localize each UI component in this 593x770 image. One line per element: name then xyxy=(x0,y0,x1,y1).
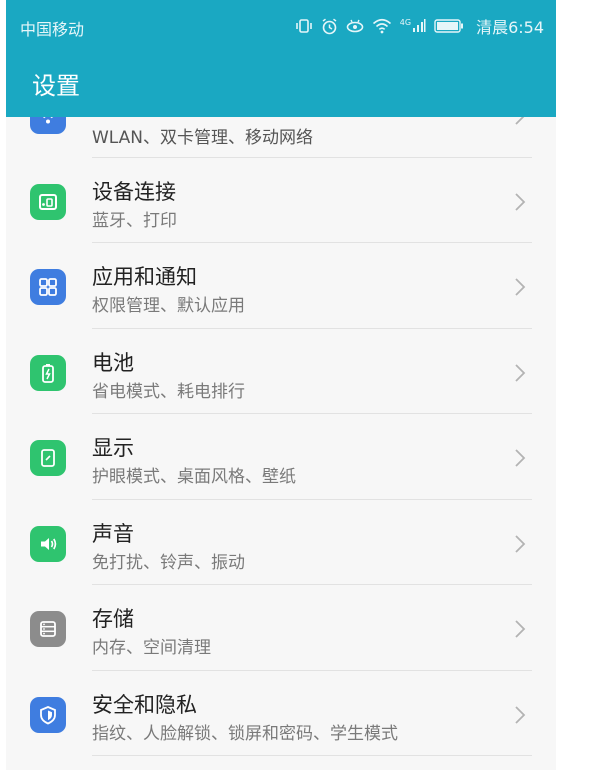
settings-item-subtitle: 护眼模式、桌面风格、壁纸 xyxy=(92,467,296,487)
settings-item-security-privacy[interactable]: 安全和隐私 指纹、人脸解锁、锁屏和密码、学生模式 xyxy=(6,671,556,756)
chevron-right-icon xyxy=(514,534,526,558)
shield-icon xyxy=(30,696,66,733)
chevron-right-icon xyxy=(514,192,526,216)
settings-item-storage[interactable]: 存储 内存、空间清理 xyxy=(6,585,556,671)
settings-item-subtitle: WLAN、双卡管理、移动网络 xyxy=(92,128,314,148)
battery-icon xyxy=(30,354,66,391)
settings-item-device-connection[interactable]: 设备连接 蓝牙、打印 xyxy=(6,158,556,243)
battery-status-icon xyxy=(434,19,464,33)
divider xyxy=(92,755,532,756)
app-header: 中国移动 4G 清晨6:54 设置 xyxy=(6,0,556,117)
settings-list: WLAN、双卡管理、移动网络 设备连接 蓝牙、打印 应用和通知 权限管理、默认应… xyxy=(6,72,556,756)
settings-item-title: 电池 xyxy=(92,350,134,375)
settings-item-subtitle: 内存、空间清理 xyxy=(92,638,211,658)
settings-item-display[interactable]: 显示 护眼模式、桌面风格、壁纸 xyxy=(6,414,556,500)
settings-item-title: 声音 xyxy=(92,521,134,546)
storage-icon xyxy=(30,611,66,647)
settings-item-sound[interactable]: 声音 免打扰、铃声、振动 xyxy=(6,500,556,585)
settings-item-subtitle: 免打扰、铃声、振动 xyxy=(92,552,245,573)
settings-item-battery[interactable]: 电池 省电模式、耗电排行 xyxy=(6,329,556,414)
settings-item-subtitle: 蓝牙、打印 xyxy=(92,210,177,231)
chevron-right-icon xyxy=(514,277,526,301)
chevron-right-icon xyxy=(514,448,526,472)
eye-care-icon xyxy=(346,18,364,34)
device-connect-icon xyxy=(30,183,66,220)
settings-item-title: 存储 xyxy=(92,607,134,631)
settings-item-title: 安全和隐私 xyxy=(92,692,197,717)
carrier-label: 中国移动 xyxy=(20,20,85,39)
signal-icon: 4G xyxy=(400,19,426,33)
status-bar: 中国移动 4G 清晨6:54 xyxy=(6,0,556,52)
settings-item-subtitle: 省电模式、耗电排行 xyxy=(92,381,245,402)
wifi-status-icon xyxy=(372,18,392,34)
speaker-icon xyxy=(30,525,66,562)
status-time: 清晨6:54 xyxy=(476,18,544,37)
alarm-icon xyxy=(321,18,338,35)
chevron-right-icon xyxy=(514,363,526,387)
settings-item-subtitle: 指纹、人脸解锁、锁屏和密码、学生模式 xyxy=(92,723,398,744)
settings-item-apps-notifications[interactable]: 应用和通知 权限管理、默认应用 xyxy=(6,243,556,329)
chevron-right-icon xyxy=(514,705,526,729)
apps-icon xyxy=(30,269,66,305)
settings-item-subtitle: 权限管理、默认应用 xyxy=(92,296,245,316)
page-title: 设置 xyxy=(32,72,80,100)
status-icons: 4G 清晨6:54 xyxy=(295,14,544,38)
vibrate-icon xyxy=(295,18,313,34)
settings-item-title: 显示 xyxy=(92,436,134,460)
settings-item-title: 应用和通知 xyxy=(92,265,197,289)
chevron-right-icon xyxy=(514,619,526,643)
settings-item-title: 设备连接 xyxy=(92,179,176,204)
settings-screen: 中国移动 4G 清晨6:54 设置 WLAN、双卡管理、移动网络 设备连接 蓝牙… xyxy=(6,0,556,770)
display-icon xyxy=(30,440,66,476)
